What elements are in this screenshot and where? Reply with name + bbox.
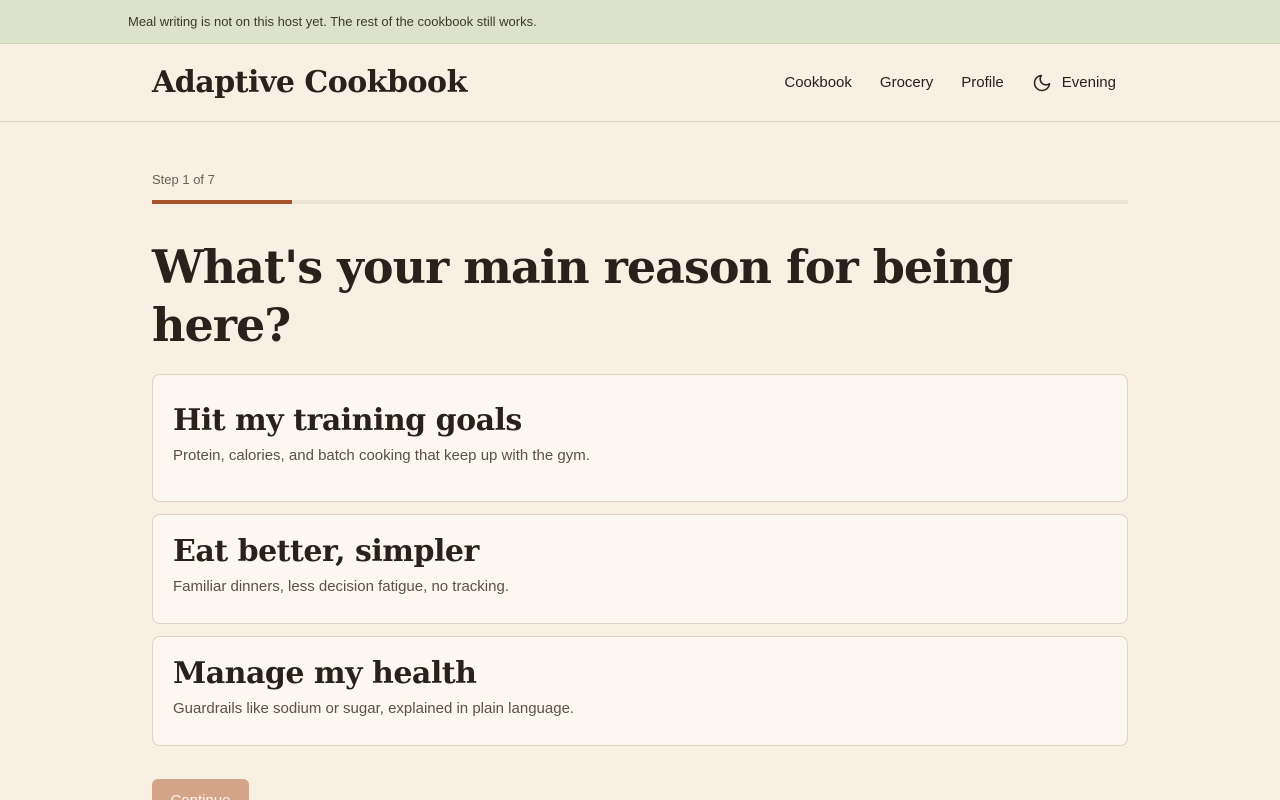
option-training-goals[interactable]: Hit my training goals Protein, calories,… xyxy=(152,374,1128,502)
main-nav: Cookbook Grocery Profile Evening xyxy=(756,73,1116,93)
progress-bar-fill xyxy=(152,200,292,204)
option-description: Guardrails like sodium or sugar, explain… xyxy=(173,700,575,717)
continue-button[interactable]: Continue xyxy=(152,779,249,800)
nav-profile-link[interactable]: Profile xyxy=(961,74,1004,91)
onboarding-main: Step 1 of 7 What's your main reason for … xyxy=(0,172,1280,800)
app-title[interactable]: Adaptive Cookbook xyxy=(152,65,467,100)
option-eat-better[interactable]: Eat better, simpler Familiar dinners, le… xyxy=(152,514,1128,624)
site-header: Adaptive Cookbook Cookbook Grocery Profi… xyxy=(0,44,1280,122)
progress-bar xyxy=(152,200,1128,204)
reason-options: Hit my training goals Protein, calories,… xyxy=(152,374,1128,746)
banner-message: Meal writing is not on this host yet. Th… xyxy=(128,14,537,29)
moon-icon xyxy=(1033,74,1051,91)
option-description: Familiar dinners, less decision fatigue,… xyxy=(173,578,509,595)
option-title: Hit my training goals xyxy=(173,403,522,438)
option-manage-health[interactable]: Manage my health Guardrails like sodium … xyxy=(152,636,1128,746)
nav-cookbook-link[interactable]: Cookbook xyxy=(784,74,852,91)
step-indicator: Step 1 of 7 xyxy=(152,172,215,187)
host-notice-banner: Meal writing is not on this host yet. Th… xyxy=(0,0,1280,44)
theme-toggle-button[interactable]: Evening xyxy=(1032,73,1116,93)
theme-label: Evening xyxy=(1061,74,1116,91)
option-title: Manage my health xyxy=(173,656,477,691)
option-title: Eat better, simpler xyxy=(173,534,479,569)
nav-grocery-link[interactable]: Grocery xyxy=(880,74,933,91)
question-heading: What's your main reason for being here? xyxy=(152,240,1013,352)
option-description: Protein, calories, and batch cooking tha… xyxy=(173,447,590,464)
